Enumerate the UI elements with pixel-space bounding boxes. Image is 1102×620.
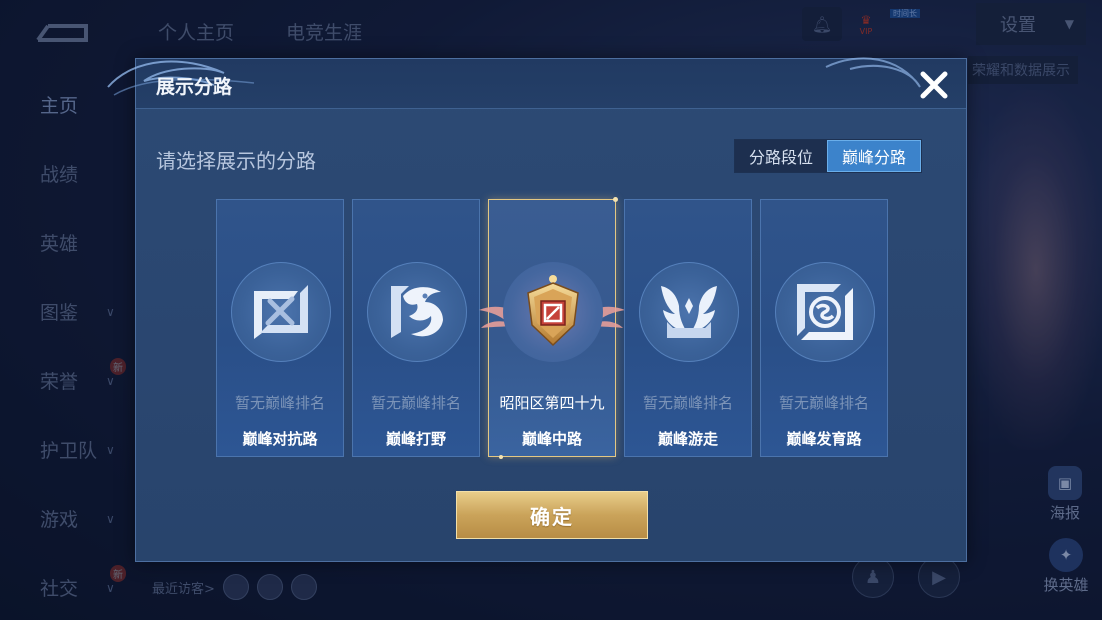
target-marksman-icon [797,284,853,340]
segment-lane-rank[interactable]: 分路段位 [735,140,827,172]
lane-emblem [231,262,331,362]
lane-rank-text: 昭阳区第四十九 [499,394,605,412]
sword-lane-icon [254,285,308,339]
lane-card-bottom[interactable]: 暂无巅峰排名 巅峰发育路 [760,199,888,457]
gold-shield-badge-icon [527,275,579,347]
lane-type-segmented-control: 分路段位 巅峰分路 [734,139,923,173]
swirl-ornament-icon [825,57,921,88]
corner-sparkle-icon [613,197,618,202]
lane-rank-text: 暂无巅峰排名 [234,394,325,412]
close-button[interactable] [916,67,952,103]
confirm-button[interactable]: 确定 [456,491,648,539]
wings-roam-icon [661,286,717,338]
lane-cards: 暂无巅峰排名 巅峰对抗路 暂无巅峰排名 巅峰打野 昭阳区第四十九 巅峰中路 暂无… [216,197,888,459]
dragon-jungle-icon [391,286,443,338]
lane-emblem [367,262,467,362]
lane-name: 巅峰发育路 [786,430,862,448]
lane-name: 巅峰对抗路 [242,430,318,448]
lane-card-mid[interactable]: 昭阳区第四十九 巅峰中路 [479,197,625,459]
lane-emblem [639,262,739,362]
lane-emblem [775,262,875,362]
lane-display-dialog: 展示分路 请选择展示的分路 分路段位 巅峰分路 暂无巅峰排名 巅峰对抗路 暂无巅… [107,57,967,562]
lane-rank-text: 暂无巅峰排名 [370,394,461,412]
lane-rank-text: 暂无巅峰排名 [642,394,733,412]
lane-name: 巅峰打野 [385,430,446,448]
dialog-header: 展示分路 [107,57,966,109]
lane-card-roam[interactable]: 暂无巅峰排名 巅峰游走 [624,199,752,457]
lane-emblem [503,262,603,362]
close-icon [920,71,948,99]
segment-peak-lane[interactable]: 巅峰分路 [827,140,922,172]
lane-rank-text: 暂无巅峰排名 [778,394,869,412]
lane-card-jungle[interactable]: 暂无巅峰排名 巅峰打野 [352,199,480,457]
lane-card-top[interactable]: 暂无巅峰排名 巅峰对抗路 [216,199,344,457]
dialog-subtitle: 请选择展示的分路 [156,149,316,173]
corner-sparkle-icon [499,455,503,459]
lane-name: 巅峰中路 [521,430,582,448]
dialog-title: 展示分路 [156,76,233,98]
lane-name: 巅峰游走 [657,430,718,448]
